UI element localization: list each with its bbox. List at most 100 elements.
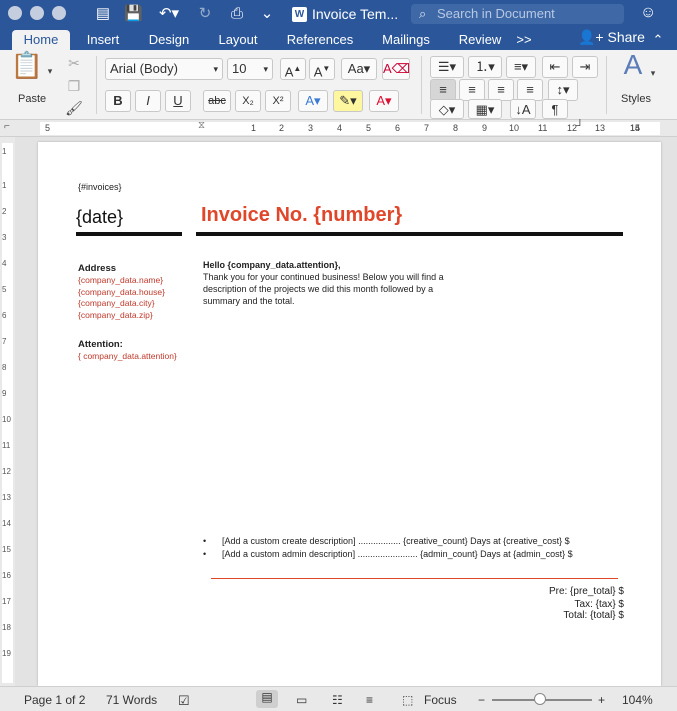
collapse-ribbon-icon[interactable]: ⌃ [650, 30, 666, 50]
sort-button[interactable]: ↓A [510, 99, 536, 119]
cut-icon[interactable]: ✂ [64, 52, 84, 74]
align-right-button[interactable]: ≡ [488, 79, 514, 101]
shrink-font-button[interactable]: A▼ [309, 58, 335, 80]
undo-icon[interactable]: ↶▾ [154, 5, 184, 23]
font-name-select[interactable]: Arial (Body) ▾ [105, 58, 223, 80]
sidebar-icon[interactable]: ▤ [94, 5, 112, 23]
title-underline [196, 232, 623, 236]
outline-view-icon[interactable]: ☷ [332, 693, 343, 707]
ruler-number: 15 [630, 123, 641, 133]
vertical-ruler[interactable]: 1 1 2 3 4 5 6 7 8 9 10 11 12 13 14 15 16… [0, 137, 15, 686]
styles-icon[interactable]: A [614, 51, 652, 88]
ruler-number: 1 [251, 123, 257, 133]
numbering-button[interactable]: ⒈▾ [468, 56, 502, 78]
highlight-color-button[interactable]: ✎▾ [333, 90, 363, 112]
copy-icon[interactable]: ❐ [64, 75, 84, 97]
underline-button[interactable]: U [165, 90, 191, 112]
tab-references[interactable]: References [282, 30, 358, 50]
change-case-button[interactable]: Aa▾ [341, 58, 377, 80]
ruler-number: 10 [509, 123, 520, 133]
print-layout-view-icon[interactable]: ▤ [256, 690, 278, 708]
zoom-out-icon[interactable]: − [478, 693, 485, 707]
customize-toolbar-icon[interactable]: ⌄ [258, 5, 276, 23]
styles-chevron-icon[interactable]: ▾ [648, 62, 658, 84]
increase-indent-button[interactable]: ⇥ [572, 56, 598, 78]
redo-icon[interactable]: ↻ [196, 5, 214, 23]
pre-total: Pre: {pre_total} $ [548, 586, 624, 597]
zoom-level[interactable]: 104% [622, 693, 653, 707]
align-center-button[interactable]: ≡ [459, 79, 485, 101]
divider [421, 56, 422, 114]
zoom-slider-thumb[interactable] [534, 693, 546, 705]
tab-home[interactable]: Home [12, 30, 70, 50]
ruler-number: 2 [279, 123, 285, 133]
zoom-window-button[interactable] [52, 6, 66, 20]
address-heading: Address [78, 263, 117, 274]
save-icon[interactable]: 💾 [124, 5, 143, 23]
search-placeholder: Search in Document [437, 6, 555, 21]
italic-button[interactable]: I [135, 90, 161, 112]
print-icon[interactable]: ⎙ [226, 5, 248, 23]
font-color-button[interactable]: A▾ [369, 90, 399, 112]
decrease-indent-button[interactable]: ⇤ [542, 56, 568, 78]
ruler-number: 11 [538, 123, 548, 133]
tab-selector-icon[interactable]: ⌐ [4, 121, 10, 132]
bold-button[interactable]: B [105, 90, 131, 112]
styles-label: Styles [621, 93, 651, 105]
web-layout-view-icon[interactable]: ▭ [296, 693, 307, 707]
tax: Tax: {tax} $ [574, 599, 624, 610]
tab-mailings[interactable]: Mailings [376, 30, 436, 50]
tab-review[interactable]: Review [454, 30, 506, 50]
paste-icon[interactable]: 📋 [10, 52, 44, 88]
horizontal-ruler[interactable]: ⌐ 5 1 2 3 4 5 6 7 8 9 10 11 12 ┘ 13 14 ⧖… [0, 120, 677, 137]
search-in-document-input[interactable]: ⌕ Search in Document [411, 4, 624, 24]
grow-font-button[interactable]: A▲ [280, 58, 306, 80]
ruler-track[interactable]: 5 1 2 3 4 5 6 7 8 9 10 11 12 ┘ 13 14 [40, 120, 660, 135]
divider [96, 56, 97, 114]
justify-button[interactable]: ≡ [517, 79, 543, 101]
address-line-zip: {company_data.zip} [78, 310, 153, 320]
draft-view-icon[interactable]: ≡ [366, 693, 373, 707]
align-left-button[interactable]: ≡ [430, 79, 456, 101]
format-painter-icon[interactable]: 🖌 [64, 97, 84, 119]
ruler-number: 2 [2, 207, 7, 216]
more-tabs-button[interactable]: >> [514, 30, 534, 50]
minimize-window-button[interactable] [30, 6, 44, 20]
borders-button[interactable]: ▦▾ [468, 99, 502, 119]
show-formatting-button[interactable]: ¶ [542, 99, 568, 119]
font-size-select[interactable]: 10 ▾ [227, 58, 273, 80]
paste-options-chevron-icon[interactable]: ▾ [44, 60, 56, 82]
superscript-button[interactable]: X² [265, 90, 291, 112]
strikethrough-button[interactable]: abc [203, 90, 231, 112]
right-tab-stop-icon[interactable]: ┘ [576, 120, 584, 133]
text-effects-button[interactable]: A▾ [298, 90, 328, 112]
bullet-icon: • [203, 549, 207, 559]
share-button[interactable]: 👤+ Share [578, 29, 645, 46]
indent-marker-icon[interactable]: ⧖ [198, 120, 208, 137]
tab-insert[interactable]: Insert [80, 30, 126, 50]
zoom-in-icon[interactable]: + [598, 693, 605, 707]
feedback-smiley-icon[interactable]: ☺ [640, 4, 660, 24]
tab-layout[interactable]: Layout [212, 30, 264, 50]
page-count[interactable]: Page 1 of 2 [24, 693, 85, 707]
line-spacing-button[interactable]: ↕▾ [548, 79, 578, 101]
ruler-number: 13 [595, 123, 606, 133]
line-item-creative: [Add a custom create description] ......… [222, 536, 570, 546]
ruler-number: 1 [2, 181, 7, 190]
font-size-chevron-icon: ▾ [263, 64, 268, 74]
font-size-value: 10 [232, 61, 247, 76]
greeting: Hello {company_data.attention}, [203, 260, 341, 270]
subscript-button[interactable]: X₂ [235, 90, 261, 112]
tab-design[interactable]: Design [142, 30, 196, 50]
focus-label[interactable]: Focus [424, 693, 457, 707]
close-window-button[interactable] [8, 6, 22, 20]
multilevel-list-button[interactable]: ≡▾ [506, 56, 536, 78]
divider [606, 56, 607, 114]
shading-button[interactable]: ◇▾ [430, 99, 464, 119]
word-count[interactable]: 71 Words [106, 693, 157, 707]
clear-formatting-icon[interactable]: A⌫ [382, 58, 410, 80]
document-page[interactable]: {#invoices} {date} Invoice No. {number} … [38, 142, 661, 686]
bullets-button[interactable]: ☰▾ [430, 56, 464, 78]
proofing-icon[interactable]: ☑ [178, 693, 190, 709]
focus-icon[interactable]: ⬚ [402, 693, 413, 707]
